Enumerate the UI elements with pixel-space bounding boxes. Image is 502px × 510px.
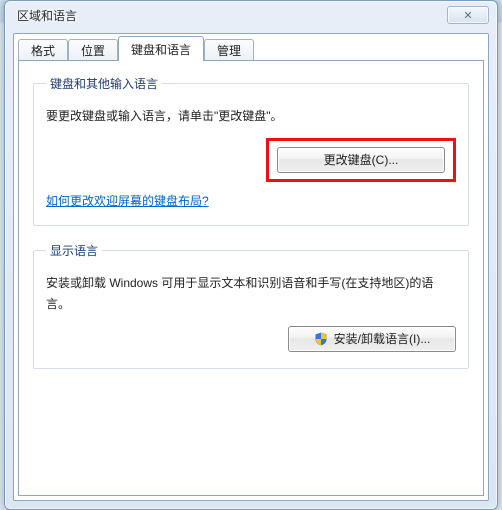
group-display-language: 显示语言 安装或卸载 Windows 可用于显示文本和识别语音和手写(在支持地区… (33, 242, 469, 369)
tab-label: 键盘和语言 (131, 41, 191, 58)
welcome-keyboard-link[interactable]: 如何更改欢迎屏幕的键盘布局? (46, 192, 209, 209)
close-icon: ✕ (463, 9, 472, 22)
dialog-window: 区域和语言 ✕ 格式 位置 键盘和语言 管理 键盘和其他输入语言 要更改键盘或输… (4, 0, 498, 510)
tab-keyboard-language[interactable]: 键盘和语言 (118, 36, 204, 61)
tab-label: 格式 (31, 42, 55, 59)
uac-shield-icon (314, 332, 328, 346)
link-label: 如何更改欢迎屏幕的键盘布局? (46, 194, 209, 208)
tab-location[interactable]: 位置 (68, 39, 118, 61)
group-keyboard: 键盘和其他输入语言 要更改键盘或输入语言，请单击"更改键盘"。 更改键盘(C).… (33, 75, 469, 226)
group-keyboard-legend: 键盘和其他输入语言 (46, 75, 162, 92)
tab-administrative[interactable]: 管理 (204, 39, 254, 61)
group-display-desc: 安装或卸载 Windows 可用于显示文本和识别语音和手写(在支持地区)的语言。 (46, 273, 456, 316)
tab-label: 管理 (217, 42, 241, 59)
install-uninstall-language-button[interactable]: 安装/卸载语言(I)... (288, 326, 456, 352)
tab-format[interactable]: 格式 (18, 39, 68, 61)
tab-page: 键盘和其他输入语言 要更改键盘或输入语言，请单击"更改键盘"。 更改键盘(C).… (18, 60, 484, 496)
tab-label: 位置 (81, 42, 105, 59)
button-label: 安装/卸载语言(I)... (334, 330, 431, 347)
highlight-box: 更改键盘(C)... (266, 138, 456, 182)
tabstrip: 格式 位置 键盘和语言 管理 (14, 35, 488, 61)
client-area: 格式 位置 键盘和语言 管理 键盘和其他输入语言 要更改键盘或输入语言，请单击"… (13, 33, 489, 501)
window-title: 区域和语言 (13, 7, 77, 24)
button-label: 更改键盘(C)... (324, 151, 399, 168)
titlebar: 区域和语言 ✕ (5, 1, 497, 29)
group-display-legend: 显示语言 (46, 242, 102, 259)
group-keyboard-desc: 要更改键盘或输入语言，请单击"更改键盘"。 (46, 106, 456, 128)
close-button[interactable]: ✕ (447, 6, 489, 24)
change-keyboard-button[interactable]: 更改键盘(C)... (277, 147, 445, 173)
